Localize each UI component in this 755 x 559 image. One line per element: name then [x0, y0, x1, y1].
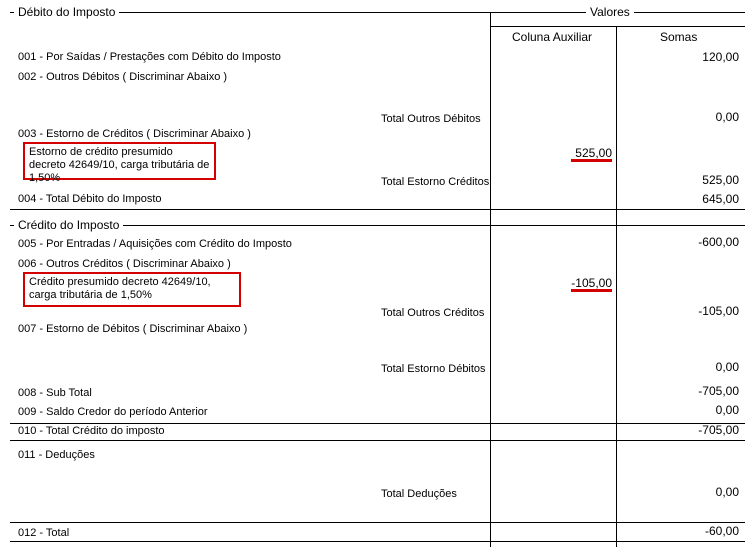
- row-005-soma: -600,00: [698, 235, 739, 249]
- estorno-detail-box: Estorno de crédito presumido decreto 426…: [23, 142, 216, 184]
- row-005-label: 005 - Por Entradas / Aquisições com Créd…: [18, 238, 292, 250]
- row-004-label: 004 - Total Débito do Imposto: [18, 193, 162, 205]
- coluna-auxiliar-header: Coluna Auxiliar: [512, 30, 593, 44]
- total-outros-debitos-soma: 0,00: [715, 110, 739, 124]
- row-006-label: 006 - Outros Créditos ( Discriminar Abai…: [18, 258, 231, 270]
- row-002-label: 002 - Outros Débitos ( Discriminar Abaix…: [18, 71, 228, 83]
- divider-right-col: [616, 26, 617, 547]
- estorno-aux-underline: [571, 159, 612, 162]
- row-012-soma: -60,00: [704, 524, 739, 538]
- total-outros-creditos-soma: -105,00: [698, 304, 739, 318]
- row-001-label: 001 - Por Saídas / Prestações com Débito…: [18, 51, 281, 63]
- row-007-label: 007 - Estorno de Débitos ( Discriminar A…: [18, 323, 248, 335]
- total-estorno-creditos-soma: 525,00: [702, 173, 739, 187]
- total-estorno-creditos-label: Total Estorno Créditos: [381, 176, 490, 188]
- total-estorno-debitos-soma: 0,00: [715, 360, 739, 374]
- row-009-label: 009 - Saldo Credor do período Anterior: [18, 406, 208, 418]
- rule-after-010: [10, 440, 745, 441]
- row-011-label: 011 - Deduções: [18, 449, 95, 461]
- row-009-soma: 0,00: [715, 403, 739, 417]
- valores-header: Valores: [586, 5, 634, 19]
- row-012-label: 012 - Total: [18, 527, 70, 539]
- outros-creditos-detail-box: Crédito presumido decreto 42649/10, carg…: [23, 272, 241, 307]
- top-rule: [10, 12, 745, 13]
- row-008-label: 008 - Sub Total: [18, 387, 92, 399]
- total-deducoes-soma: 0,00: [715, 485, 739, 499]
- divider-left-col: [490, 12, 491, 547]
- total-estorno-debitos-label: Total Estorno Débitos: [381, 363, 486, 375]
- somas-header: Somas: [660, 30, 698, 44]
- row-008-soma: -705,00: [698, 384, 739, 398]
- row-003-label: 003 - Estorno de Créditos ( Discriminar …: [18, 128, 251, 140]
- total-outros-creditos-label: Total Outros Créditos: [381, 307, 485, 319]
- row-004-soma: 645,00: [702, 192, 739, 206]
- total-outros-debitos-label: Total Outros Débitos: [381, 113, 481, 125]
- rule-after-004: [10, 209, 745, 210]
- outros-creditos-aux-underline: [571, 289, 612, 292]
- total-deducoes-label: Total Deduções: [381, 488, 457, 500]
- debito-section-title: Débito do Imposto: [14, 5, 120, 19]
- row-010-label: 010 - Total Crédito do imposto: [18, 425, 165, 437]
- credito-section-title: Crédito do Imposto: [14, 218, 124, 232]
- header-sub-rule: [490, 26, 745, 27]
- rule-before-012: [10, 522, 745, 523]
- row-010-soma: -705,00: [698, 423, 739, 437]
- row-001-soma: 120,00: [702, 50, 739, 64]
- rule-after-012: [10, 541, 745, 542]
